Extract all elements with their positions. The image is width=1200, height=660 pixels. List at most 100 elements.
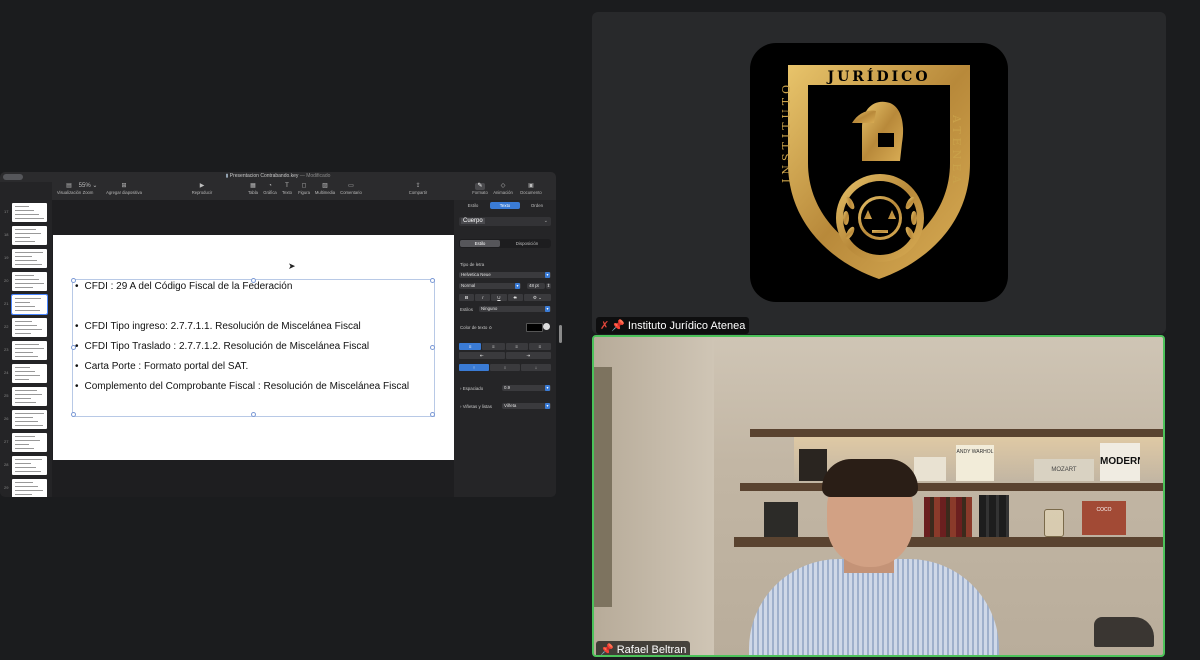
align-middle-button[interactable]: ↕: [490, 364, 520, 371]
toolbar-icon: ▣: [528, 183, 534, 189]
slide-thumbnail[interactable]: [12, 387, 47, 406]
slide-thumbnail-item[interactable]: 29: [0, 478, 52, 497]
tab-orden[interactable]: Orden: [522, 202, 552, 209]
resize-handle[interactable]: [71, 412, 76, 417]
styles-select[interactable]: Ninguno: [479, 306, 551, 312]
tab-texto[interactable]: Texto: [490, 202, 520, 209]
align-bottom-button[interactable]: ↓: [521, 364, 551, 371]
slide-thumbnail-item[interactable]: 18: [0, 225, 52, 246]
participant-name-tag: ✗ 📌 Instituto Jurídico Atenea: [596, 317, 750, 334]
slide-thumbnail[interactable]: [12, 364, 47, 383]
slide-thumbnail-item[interactable]: 21: [0, 294, 52, 315]
split-handle[interactable]: [559, 325, 562, 343]
slide-thumbnail[interactable]: [12, 272, 47, 291]
slide-number: 23: [4, 347, 9, 352]
slide-thumbnail-item[interactable]: 19: [0, 248, 52, 269]
text-color-well[interactable]: [526, 323, 543, 332]
align-top-button[interactable]: ↑: [459, 364, 489, 371]
shelf-object: [799, 449, 827, 481]
slide-bullet[interactable]: CFDI Tipo Traslado : 2.7.7.1.2. Resoluci…: [75, 341, 370, 353]
bold-button[interactable]: B: [459, 294, 475, 301]
toolbar-icon: ✎: [475, 183, 485, 190]
tab-estilo[interactable]: Estilo: [458, 202, 488, 209]
toolbar-zoom-button[interactable]: 55% ⌄ Zoom: [78, 183, 98, 195]
slide-thumbnail-item[interactable]: 24: [0, 363, 52, 384]
logo-text-right: ATENEA: [950, 115, 963, 188]
toolbar-documento-button[interactable]: ▣ Documento: [516, 183, 546, 195]
participant-name: Instituto Jurídico Atenea: [627, 320, 746, 332]
align-right-button[interactable]: ≡: [505, 343, 528, 350]
text-options-button[interactable]: ⚙ ⌄: [523, 294, 551, 301]
resize-handle[interactable]: [251, 412, 256, 417]
slide-thumbnail-item[interactable]: 22: [0, 317, 52, 338]
outdent-button[interactable]: ⇤: [459, 352, 505, 359]
resize-handle[interactable]: [430, 345, 435, 350]
slide-thumbnail-item[interactable]: 23: [0, 340, 52, 361]
font-name-select[interactable]: Helvetica Neue: [459, 272, 551, 278]
toolbar-figura-button[interactable]: ◻ Figura: [296, 183, 312, 195]
format-inspector: Estilo Texto Orden Cuerpo ⌄ Estilo Dispo…: [454, 200, 556, 497]
slide-thumbnail[interactable]: [12, 479, 47, 497]
video-tile-atenea[interactable]: JURÍDICO INSTITUTO ATENEA ✗ 📌 Instituto Ju…: [592, 12, 1166, 334]
resize-handle[interactable]: [430, 278, 435, 283]
slide-number: 28: [4, 462, 9, 467]
toolbar-gráfica-button[interactable]: ◔ Gráfica: [262, 183, 278, 195]
italic-button[interactable]: I: [475, 294, 491, 301]
slide-thumbnail[interactable]: [12, 456, 47, 475]
underline-button[interactable]: U: [491, 294, 507, 301]
shelf: [740, 483, 1163, 491]
resize-handle[interactable]: [430, 412, 435, 417]
toolbar-formato-button[interactable]: ✎ Formato: [470, 183, 490, 195]
bullets-label-text: Viñetas y listas: [462, 404, 492, 409]
font-weight-select[interactable]: Normal: [459, 283, 521, 289]
font-size-field[interactable]: 48 pt: [527, 283, 545, 289]
toolbar-agregar-diapositiva-button[interactable]: ⊞ Agregar diapositiva: [100, 183, 148, 195]
slide-thumbnail[interactable]: [12, 341, 47, 360]
align-justify-button[interactable]: ≡: [528, 343, 551, 350]
slide-thumbnail-item[interactable]: 27: [0, 432, 52, 453]
color-picker-icon[interactable]: [543, 323, 550, 330]
slide-thumbnail-item[interactable]: 26: [0, 409, 52, 430]
slide-bullet[interactable]: Carta Porte : Formato portal del SAT.: [75, 361, 249, 373]
toolbar-label: Tabla: [247, 190, 258, 195]
video-tile-rafael[interactable]: ANDY WARHOL MOZART MODERN COCO 📌Rafael B…: [592, 335, 1165, 657]
indent-button[interactable]: ⇥: [505, 352, 551, 359]
spacing-select[interactable]: 0.9: [502, 385, 551, 391]
slide-thumbnail-item[interactable]: 20: [0, 271, 52, 292]
slide-thumbnail[interactable]: [12, 203, 47, 222]
lantern: [1044, 509, 1064, 537]
toolbar-reproducir-button[interactable]: ▶ Reproducir: [182, 183, 222, 195]
align-center-button[interactable]: ≡: [482, 343, 505, 350]
font-size-stepper[interactable]: ⇕: [546, 283, 551, 289]
slide-thumbnail-item[interactable]: 25: [0, 386, 52, 407]
strikethrough-button[interactable]: S: [507, 294, 523, 301]
slide-thumbnail[interactable]: [12, 433, 47, 452]
toolbar-comentario-button[interactable]: ▭ Comentario: [336, 183, 366, 195]
slide-thumbnail[interactable]: [12, 410, 47, 429]
slide-thumbnail-item[interactable]: 28: [0, 455, 52, 476]
slide-number: 20: [4, 278, 9, 283]
slide-bullet[interactable]: Complemento del Comprobante Fiscal : Res…: [75, 381, 410, 393]
slide-thumbnail[interactable]: [12, 226, 47, 245]
slide-thumbnail[interactable]: [12, 318, 47, 337]
slide[interactable]: CFDI : 29 A del Código Fiscal de la Fede…: [53, 235, 454, 460]
slide-navigator[interactable]: 1718192021222324252627282930: [0, 182, 52, 497]
slide-thumbnail[interactable]: [12, 249, 47, 268]
toolbar-label: Reproducir: [191, 190, 213, 195]
paragraph-style-select[interactable]: Cuerpo ⌄: [459, 217, 551, 226]
segment-estilo[interactable]: Estilo: [460, 240, 500, 247]
align-left-button[interactable]: ≡: [459, 343, 482, 350]
slide-thumbnail[interactable]: [11, 294, 48, 315]
toolbar-animación-button[interactable]: ◇ Animación: [490, 183, 516, 195]
segment-disposicion[interactable]: Disposición: [504, 240, 550, 247]
slide-thumbnail-item[interactable]: 17: [0, 202, 52, 223]
slide-bullet[interactable]: CFDI Tipo ingreso: 2.7.7.1.1. Resolución…: [75, 321, 361, 333]
bullets-select[interactable]: Viñeta: [502, 403, 551, 409]
toolbar-texto-button[interactable]: T Texto: [280, 183, 294, 195]
selected-text-box[interactable]: CFDI : 29 A del Código Fiscal de la Fede…: [71, 278, 435, 417]
toolbar-tabla-button[interactable]: ▦ Tabla: [246, 183, 260, 195]
toolbar-multimedia-button[interactable]: ▨ Multimedia: [314, 183, 336, 195]
book-warhol: ANDY WARHOL: [956, 445, 994, 481]
slide-bullet[interactable]: CFDI : 29 A del Código Fiscal de la Fede…: [75, 281, 293, 293]
toolbar-compartir-button[interactable]: ⇪ Compartir: [404, 183, 432, 195]
